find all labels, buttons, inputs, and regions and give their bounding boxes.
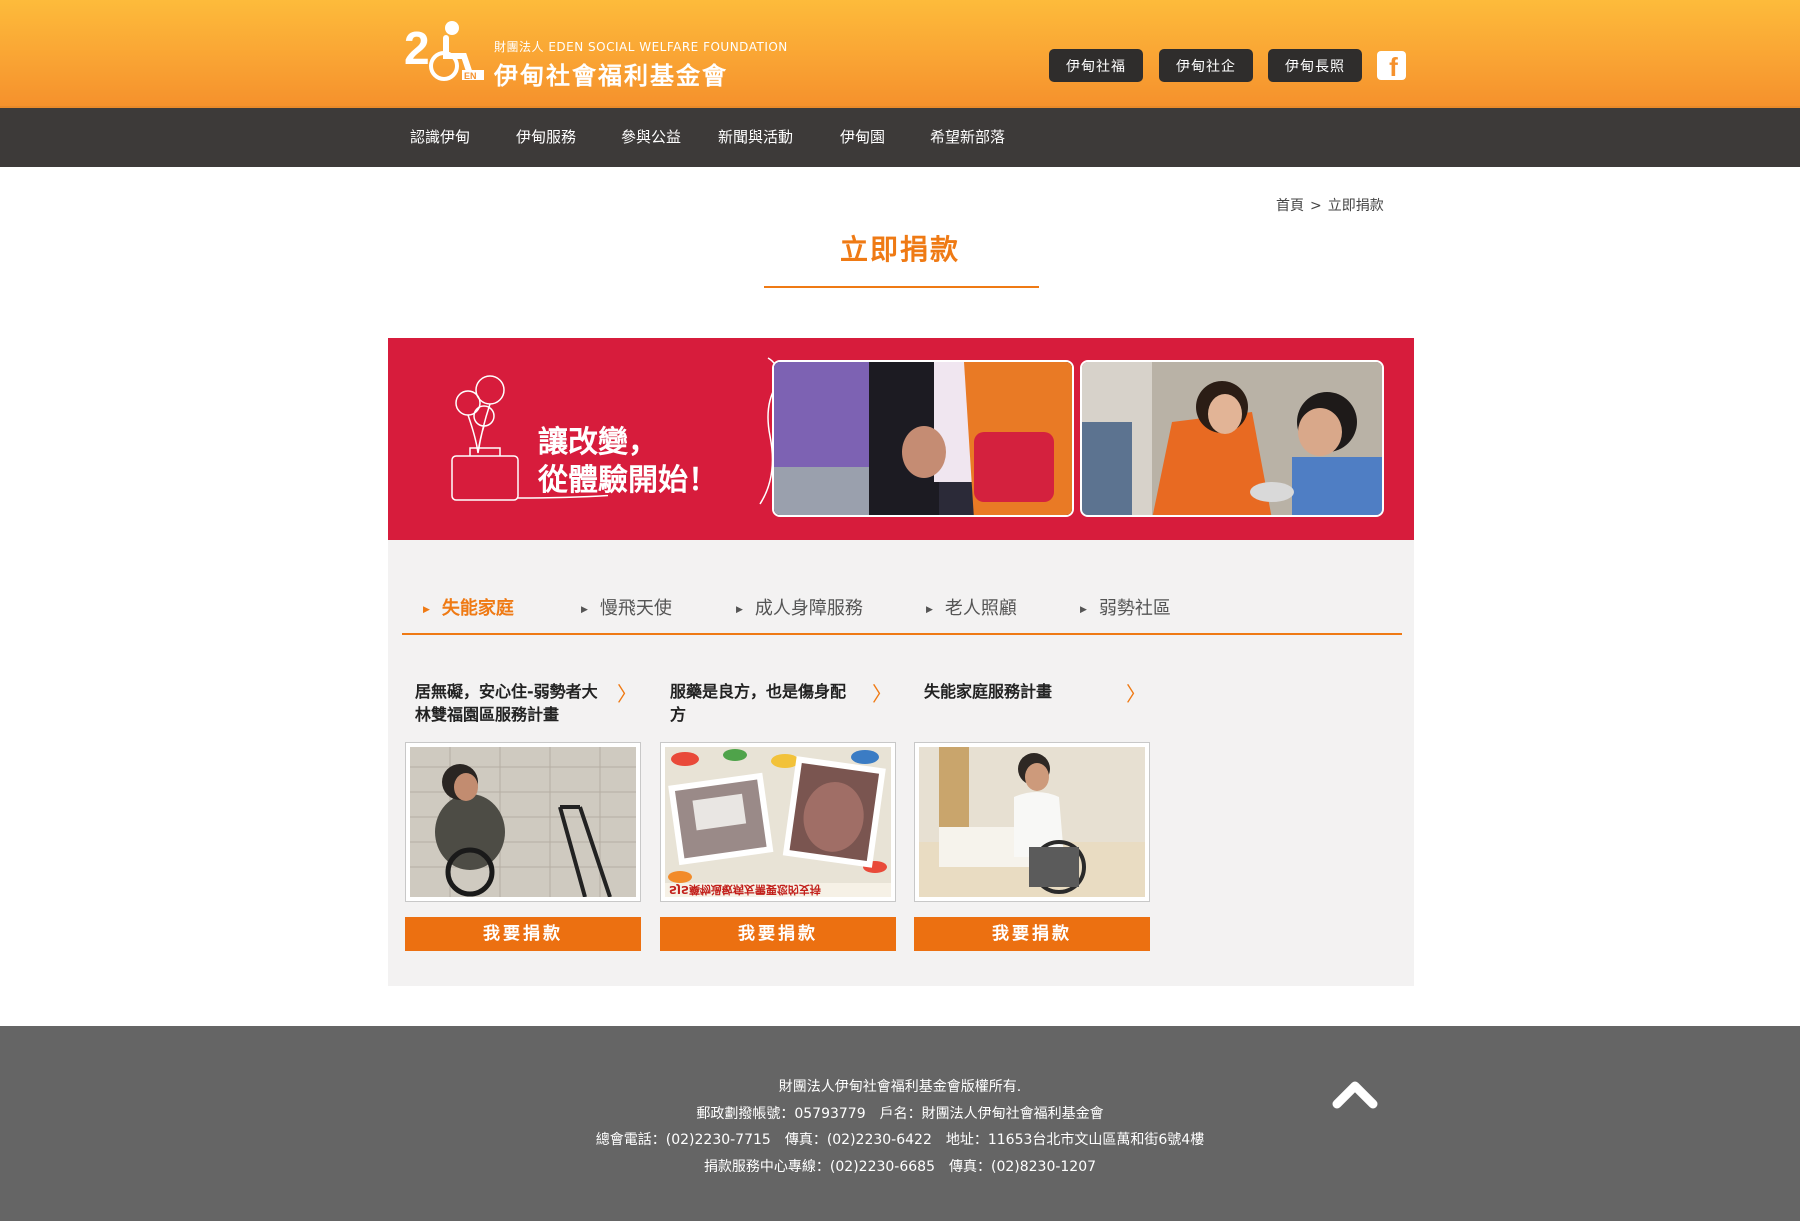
breadcrumb: 首頁 > 立即捐款 xyxy=(1276,195,1384,215)
donate-button[interactable]: 我要捐款 xyxy=(914,917,1150,951)
tab-elderly-care[interactable]: ▶ 老人照顧 xyxy=(926,594,1017,620)
card-title[interactable]: 服藥是良方，也是傷身配方 xyxy=(670,680,860,726)
breadcrumb-current: 立即捐款 xyxy=(1327,198,1384,214)
banner-photo-holding-hands xyxy=(772,360,1074,517)
tab-label: 失能家庭 xyxy=(441,598,514,619)
chevron-right-icon[interactable]: 〉 xyxy=(1126,678,1146,707)
tab-label: 慢飛天使 xyxy=(599,598,672,619)
svg-text:EN: EN xyxy=(464,71,477,81)
banner-slogan-line2: 從體驗開始！ xyxy=(538,463,718,498)
tab-underline xyxy=(402,633,1402,635)
nav-item-about[interactable]: 認識伊甸 xyxy=(410,108,470,167)
card-image[interactable]: SJS藥物過敏病友需要您的支持 xyxy=(660,742,896,902)
banner-slogan: 讓改變， 從體驗開始！ xyxy=(538,424,718,500)
site-logo[interactable]: 2 EN 財團法人 EDEN SOCIAL WELFARE FOUNDATION… xyxy=(404,14,794,90)
footer-donation-hotline: 捐款服務中心專線：(02)2230-6685 傳真：(02)8230-1207 xyxy=(703,1158,1097,1175)
breadcrumb-separator: > xyxy=(1310,198,1322,214)
donation-panel: ▶ 失能家庭 ▶ 慢飛天使 ▶ 成人身障服務 ▶ 老人照顧 ▶ 弱勢社區 居無礙，安心住-… xyxy=(388,540,1414,986)
card-image[interactable] xyxy=(405,742,641,902)
card-title[interactable]: 居無礙，安心住-弱勢者大林雙福園區服務計畫 xyxy=(415,680,605,726)
nav-item-hope-tribe[interactable]: 希望新部落 xyxy=(930,108,1005,167)
facebook-icon[interactable]: f xyxy=(1377,51,1406,80)
donate-button[interactable]: 我要捐款 xyxy=(660,917,896,951)
eden-25-wheelchair-logo: 2 EN xyxy=(404,21,484,81)
svg-text:2: 2 xyxy=(404,22,430,74)
main-nav: 認識伊甸 伊甸服務 參與公益 新聞與活動 伊甸園 希望新部落 xyxy=(0,108,1800,167)
hero-banner: 讓改變， 從體驗開始！ xyxy=(388,338,1414,540)
banner-slogan-line1: 讓改變， xyxy=(538,425,658,460)
chevron-right-icon[interactable]: 〉 xyxy=(872,678,892,707)
nav-item-eden-garden[interactable]: 伊甸園 xyxy=(840,108,885,167)
footer-info: 財團法人伊甸社會福利基金會版權所有. 郵政劃撥帳號：05793779 戶名：財團… xyxy=(0,1074,1800,1180)
card-image[interactable] xyxy=(914,742,1150,902)
tab-label: 老人照顧 xyxy=(944,598,1017,619)
tab-label: 成人身障服務 xyxy=(754,598,863,619)
site-footer: 財團法人伊甸社會福利基金會版權所有. 郵政劃撥帳號：05793779 戶名：財團… xyxy=(0,1026,1800,1221)
chevron-right-icon[interactable]: 〉 xyxy=(617,678,637,707)
site-header: 2 EN 財團法人 EDEN SOCIAL WELFARE FOUNDATION… xyxy=(0,0,1800,108)
top-link-eden-enterprise[interactable]: 伊甸社企 xyxy=(1159,49,1253,82)
banner-photo-volunteer-feeding xyxy=(1080,360,1384,517)
logo-subtitle: 財團法人 EDEN SOCIAL WELFARE FOUNDATION xyxy=(494,40,788,54)
chevron-up-icon[interactable] xyxy=(1331,1074,1379,1114)
nav-item-services[interactable]: 伊甸服務 xyxy=(516,108,576,167)
tab-disadvantaged-communities[interactable]: ▶ 弱勢社區 xyxy=(1080,594,1171,620)
card-title[interactable]: 失能家庭服務計畫 xyxy=(924,680,1114,703)
logo-title: 伊甸社會福利基金會 xyxy=(494,62,728,90)
card-image-caption: SJS藥物過敏病友需要您的支持 xyxy=(669,883,821,896)
top-link-eden-welfare[interactable]: 伊甸社福 xyxy=(1049,49,1143,82)
donate-button[interactable]: 我要捐款 xyxy=(405,917,641,951)
tab-adult-disability-services[interactable]: ▶ 成人身障服務 xyxy=(736,594,863,620)
breadcrumb-home[interactable]: 首頁 xyxy=(1276,198,1304,214)
top-link-eden-longterm-care[interactable]: 伊甸長照 xyxy=(1268,49,1362,82)
nav-item-participate[interactable]: 參與公益 xyxy=(621,108,681,167)
tab-label: 弱勢社區 xyxy=(1098,598,1171,619)
footer-contact: 總會電話：(02)2230-7715 傳真：(02)2230-6422 地址：1… xyxy=(595,1132,1205,1148)
page-title: 立即捐款 xyxy=(839,233,960,266)
tab-disabled-families[interactable]: ▶ 失能家庭 xyxy=(423,594,514,620)
tab-slow-angels[interactable]: ▶ 慢飛天使 xyxy=(581,594,672,620)
footer-postal-account: 郵政劃撥帳號：05793779 戶名：財團法人伊甸社會福利基金會 xyxy=(696,1105,1104,1122)
footer-copyright: 財團法人伊甸社會福利基金會版權所有. xyxy=(778,1079,1022,1095)
nav-item-news[interactable]: 新聞與活動 xyxy=(718,108,793,167)
title-underline xyxy=(764,286,1039,288)
